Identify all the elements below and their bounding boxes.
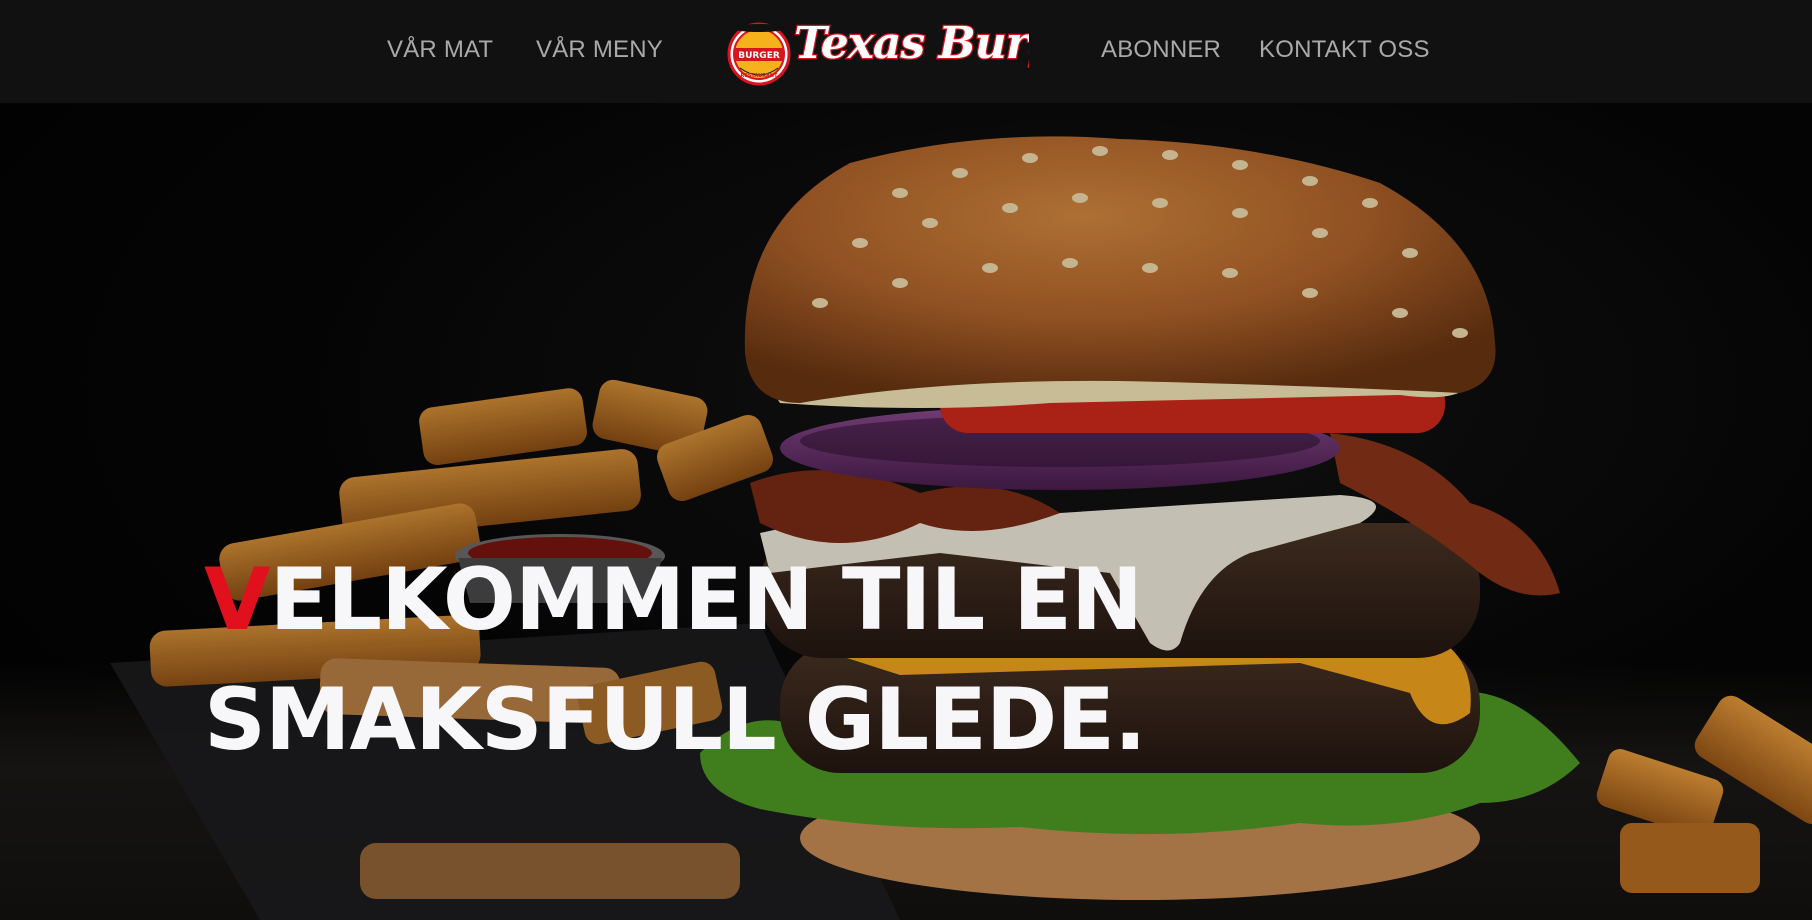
top-navigation-bar: VÅR MAT VÅR MENY BURGER RESTAURANT Texas… [0,0,1812,103]
hero-heading-accent-letter: V [204,550,271,650]
hero-heading-line-1-rest: ELKOMMEN TIL EN [269,550,1143,650]
hero-section: VELKOMMEN TIL EN SMAKSFULL GLEDE. [0,103,1812,920]
texas-burger-logo[interactable]: BURGER RESTAURANT Texas Burger [724,8,1029,90]
logo-badge-bottom-text: RESTAURANT [741,73,779,79]
page: VÅR MAT VÅR MENY BURGER RESTAURANT Texas… [0,0,1812,920]
hero-heading-line-2: SMAKSFULL GLEDE. [204,670,1147,770]
logo-badge-top-text: BURGER [738,51,780,61]
nav-link-abonner[interactable]: ABONNER [1101,36,1221,64]
nav-link-var-meny[interactable]: VÅR MENY [536,36,663,64]
hero-heading-line-1: VELKOMMEN TIL EN [204,540,1146,660]
logo-wordmark: Texas Burger [794,18,1029,69]
nav-link-kontakt-oss[interactable]: KONTAKT OSS [1259,36,1430,64]
burger-and-fries-photo [0,103,1812,920]
hero-heading: VELKOMMEN TIL EN SMAKSFULL GLEDE. [204,540,1147,780]
nav-link-var-mat[interactable]: VÅR MAT [387,36,493,64]
